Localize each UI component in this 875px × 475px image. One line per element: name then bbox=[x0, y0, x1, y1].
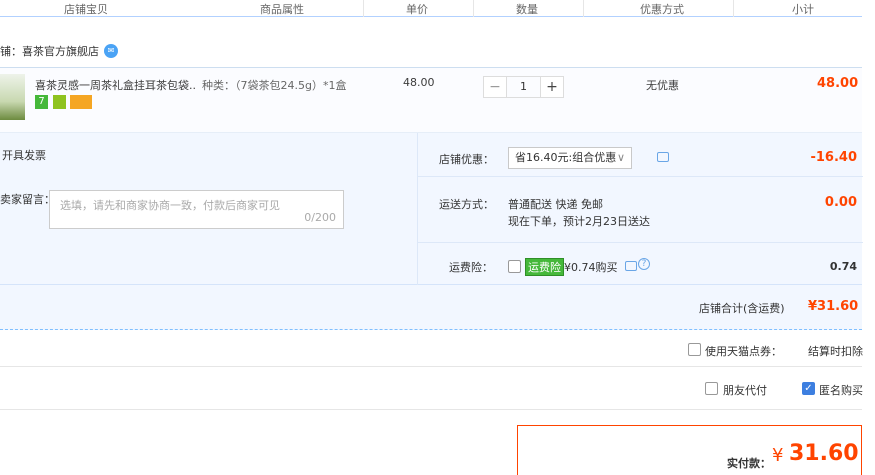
shop-discount-selected: 省16.40元:组合优惠 bbox=[515, 151, 617, 164]
shop-settings-panel: 店铺优惠： 省16.40元:组合优惠 ∨ -16.40 运送方式： 普通配送 快… bbox=[417, 133, 863, 285]
message-textarea[interactable]: 选填，请先和商家协商一致，付款后商家可见 0/200 bbox=[49, 190, 344, 229]
chevron-down-icon: ∨ bbox=[616, 151, 625, 164]
quantity-stepper: − 1 + bbox=[483, 76, 564, 98]
shipping-method: 普通配送 快递 免邮 bbox=[508, 198, 603, 211]
payment-summary: 实付款： ¥ 31.60 bbox=[517, 425, 862, 475]
message-placeholder: 选填，请先和商家协商一致，付款后商家可见 bbox=[60, 199, 280, 212]
shipping-amount: 0.00 bbox=[824, 195, 857, 210]
tmall-points-label: 使用天猫点券： bbox=[705, 345, 782, 358]
shop-discount-row: 店铺优惠： 省16.40元:组合优惠 ∨ -16.40 bbox=[418, 133, 863, 177]
order-options: 开具发票 卖家留言： 选填，请先和商家协商一致，付款后商家可见 0/200 店铺… bbox=[0, 133, 863, 285]
shop-total-label: 店铺合计(含运费) bbox=[699, 302, 785, 315]
seven-day-return-icon: 7 bbox=[35, 95, 48, 109]
item-price: 48.00 bbox=[403, 76, 435, 89]
shop-total-amount: ¥31.60 bbox=[808, 299, 859, 314]
friend-pay-checkbox[interactable] bbox=[705, 382, 718, 395]
shipping-row: 运送方式： 普通配送 快递 免邮 现在下单，预计2月23日送达 0.00 bbox=[418, 177, 863, 243]
shipping-label: 运送方式： bbox=[439, 198, 494, 211]
anonymous-checkbox[interactable]: ✓ bbox=[802, 382, 815, 395]
col-header-subtotal: 小计 bbox=[792, 3, 814, 16]
qty-input[interactable]: 1 bbox=[507, 76, 540, 98]
invoice-label[interactable]: 开具发票 bbox=[2, 147, 46, 163]
item-discount: 无优惠 bbox=[646, 79, 679, 92]
credit-card-icon bbox=[70, 95, 92, 109]
item-name[interactable]: 喜茶灵感一周茶礼盒挂耳茶包袋... bbox=[35, 77, 195, 93]
insurance-amount: 0.74 bbox=[829, 260, 857, 273]
item-subtotal: 48.00 bbox=[817, 76, 859, 91]
friend-pay-label: 朋友代付 bbox=[723, 384, 767, 397]
shop-name[interactable]: 铺：喜茶官方旗舰店 bbox=[0, 43, 99, 59]
guarantee-icon bbox=[53, 95, 66, 109]
insurance-row: 运费险： 运费险 ¥0.74购买 ? 0.74 bbox=[418, 243, 863, 285]
item-props: 种类：（7袋茶包24.5g）*1盒 bbox=[202, 79, 347, 92]
col-header-discount: 优惠方式 bbox=[640, 3, 684, 16]
shop-discount-amount: -16.40 bbox=[810, 150, 857, 165]
insurance-badge: 运费险 bbox=[525, 258, 564, 276]
insurance-checkbox[interactable] bbox=[508, 260, 521, 273]
shop-total-row: 店铺合计(含运费) ¥31.60 bbox=[0, 285, 862, 330]
anonymous-label: 匿名购买 bbox=[819, 384, 863, 397]
item-thumbnail[interactable] bbox=[0, 74, 25, 120]
shop-discount-label: 店铺优惠： bbox=[439, 153, 494, 166]
tmall-points-note: 结算时扣除 bbox=[808, 345, 863, 358]
comment-icon[interactable] bbox=[625, 261, 637, 271]
cart-item-row: 喜茶灵感一周茶礼盒挂耳茶包袋... 7 种类：（7袋茶包24.5g）*1盒 48… bbox=[0, 67, 862, 133]
comment-icon[interactable] bbox=[657, 152, 669, 162]
divider bbox=[0, 366, 862, 367]
col-header-item: 店铺宝贝 bbox=[64, 3, 108, 16]
shipping-eta: 现在下单，预计2月23日送达 bbox=[508, 215, 650, 228]
col-header-price: 单价 bbox=[406, 3, 428, 16]
tmall-points-checkbox[interactable] bbox=[688, 343, 701, 356]
cart-header: 店铺宝贝 商品属性 单价 数量 优惠方式 小计 bbox=[0, 0, 862, 17]
chat-icon[interactable]: ✉ bbox=[104, 44, 118, 58]
divider bbox=[0, 409, 862, 410]
help-icon[interactable]: ? bbox=[638, 258, 650, 270]
message-count: 0/200 bbox=[304, 211, 336, 224]
shop-discount-select[interactable]: 省16.40元:组合优惠 ∨ bbox=[508, 147, 632, 169]
col-header-props: 商品属性 bbox=[260, 3, 304, 16]
insurance-text: ¥0.74购买 bbox=[564, 261, 618, 274]
pay-currency: ¥ bbox=[772, 445, 784, 466]
pay-amount: 31.60 bbox=[789, 441, 859, 466]
col-header-qty: 数量 bbox=[516, 3, 538, 16]
qty-minus-button[interactable]: − bbox=[483, 76, 507, 98]
message-label: 卖家留言： bbox=[0, 193, 55, 206]
pay-label: 实付款： bbox=[727, 457, 771, 470]
qty-plus-button[interactable]: + bbox=[540, 76, 564, 98]
insurance-label: 运费险： bbox=[449, 261, 493, 274]
